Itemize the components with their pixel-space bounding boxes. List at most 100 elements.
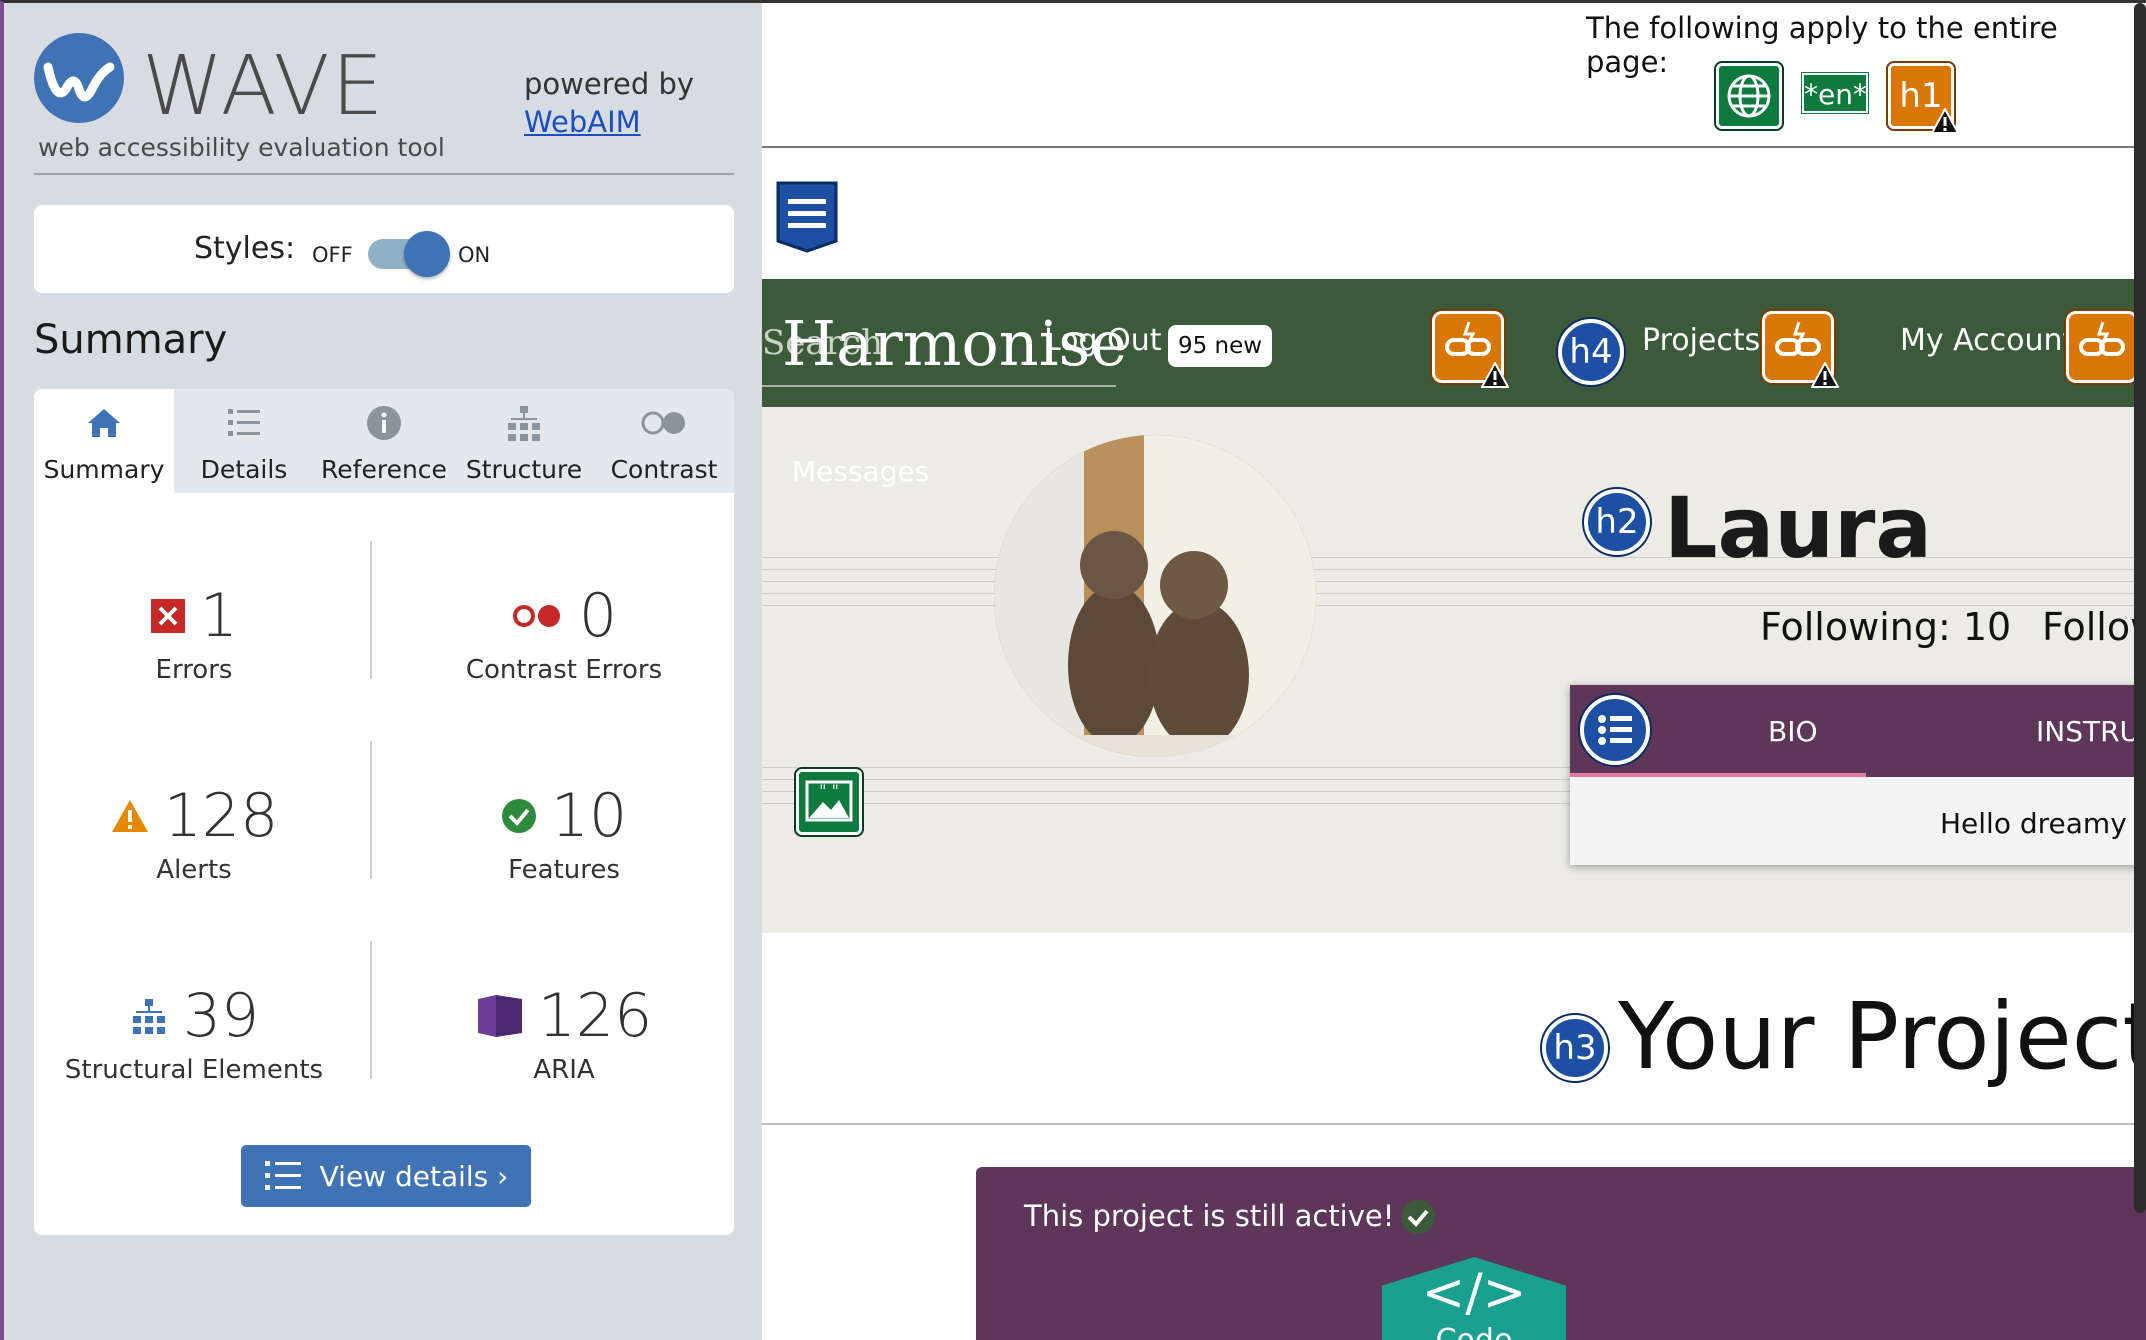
styles-off-label: OFF [312, 243, 353, 267]
tab-contrast[interactable]: Contrast [594, 389, 734, 493]
styles-toggle-knob[interactable] [404, 231, 450, 277]
page-icons-caption: The following apply to the entire page: [1586, 11, 2058, 79]
search-underline [762, 385, 1116, 387]
language-badge[interactable]: *en* [1801, 72, 1869, 114]
list-badge-icon[interactable] [1580, 695, 1650, 765]
code-label: Code [1382, 1323, 1566, 1340]
scrollbar[interactable] [2134, 3, 2146, 1213]
warning-icon [1811, 362, 1839, 388]
h4-label: h4 [1569, 332, 1613, 372]
stat-alerts[interactable]: 128 Alerts [34, 781, 354, 885]
home-icon [88, 409, 120, 437]
structure-count: 39 [182, 981, 260, 1051]
h2-badge-icon[interactable]: h2 [1584, 489, 1650, 555]
alerts-label: Alerts [156, 855, 232, 885]
document-icon[interactable] [774, 181, 840, 253]
stat-features[interactable]: 10 Features [404, 781, 724, 885]
errors-label: Errors [155, 655, 233, 685]
tab-label: Structure [465, 455, 583, 484]
structure-label: Structural Elements [64, 1055, 324, 1085]
your-projects-heading: Your Projects [1618, 983, 2146, 1090]
wave-logo-text: WAVE [142, 39, 386, 134]
projects-link[interactable]: Projects [1642, 323, 1760, 358]
sheet-music-line [762, 593, 2146, 594]
powered-by-text: powered by [524, 67, 695, 101]
warning-icon [1931, 108, 1959, 134]
list-icon [264, 1161, 301, 1190]
warning-icon [1481, 362, 1509, 388]
sheet-music-line [762, 557, 2146, 558]
view-details-button[interactable]: View details › [241, 1145, 531, 1207]
styles-toggle-box: Styles: OFF ON [34, 205, 734, 293]
project-card[interactable]: This project is still active! </> Code [976, 1167, 2146, 1340]
followers-count[interactable]: Follow [2042, 605, 2146, 649]
profile-avatar [994, 435, 1316, 757]
info-icon [367, 406, 401, 440]
project-status: This project is still active! [1024, 1199, 1395, 1233]
stat-divider [370, 941, 372, 1079]
powered-by: powered by WebAIM [524, 65, 694, 141]
wave-tagline: web accessibility evaluation tool [38, 133, 445, 162]
stat-contrast-errors[interactable]: 0 Contrast Errors [404, 581, 724, 685]
contrast-error-icon [512, 605, 560, 627]
logout-link[interactable]: Log Out [1044, 323, 1162, 358]
header-divider [34, 173, 734, 175]
sheet-music-line [762, 569, 2146, 570]
h2-label: h2 [1595, 502, 1639, 542]
profile-tabs-card: BIO INSTRU Hello dreamy is [1570, 685, 2146, 865]
errors-count: 1 [199, 581, 239, 651]
contrast-icon [641, 411, 685, 435]
broken-link-icon[interactable] [2066, 311, 2138, 383]
stat-structure[interactable]: 39 Structural Elements [34, 981, 354, 1085]
tab-details[interactable]: Details [174, 389, 314, 493]
code-symbol: </> [1421, 1263, 1527, 1323]
structure-icon [132, 999, 165, 1034]
features-count: 10 [550, 781, 628, 851]
stat-aria[interactable]: 126 ARIA [404, 981, 724, 1085]
site-navbar: Search Harmonise Log Out 95 new h4 Proje… [762, 279, 2146, 407]
my-account-link[interactable]: My Account [1900, 323, 2074, 358]
stat-divider [370, 541, 372, 679]
notifications-badge[interactable]: 95 new [1168, 325, 1272, 367]
sheet-music-line [762, 581, 2146, 582]
h3-label: h3 [1553, 1028, 1597, 1068]
section-divider [762, 1123, 2146, 1125]
broken-link-icon[interactable] [1762, 311, 1839, 388]
code-icon[interactable]: </> Code [1382, 1257, 1566, 1340]
tab-reference[interactable]: Reference [314, 389, 454, 493]
broken-link-icon[interactable] [1432, 311, 1509, 388]
aria-icon [477, 995, 522, 1037]
aria-label: ARIA [533, 1055, 595, 1085]
messages-link[interactable]: Messages [792, 455, 929, 488]
tab-bio[interactable]: BIO [1768, 715, 1818, 748]
stat-errors[interactable]: 1 Errors [34, 581, 354, 685]
image-alt-icon[interactable]: " " [796, 769, 862, 835]
bio-text: Hello dreamy is [1940, 807, 2146, 840]
tab-label: Details [200, 455, 288, 484]
tab-structure[interactable]: Structure [454, 389, 594, 493]
tab-label: Reference [321, 455, 447, 484]
following-count[interactable]: Following: 10 [1760, 605, 2011, 649]
stat-divider [370, 741, 372, 879]
h4-badge-icon[interactable]: h4 [1558, 319, 1624, 385]
language-globe-icon[interactable] [1716, 63, 1782, 129]
tab-label: Contrast [610, 455, 718, 484]
view-details-label: View details › [319, 1159, 509, 1193]
active-check-icon [1401, 1200, 1435, 1234]
feature-check-icon [501, 799, 536, 833]
alerts-count: 128 [163, 781, 279, 851]
tab-summary[interactable]: Summary [34, 389, 174, 493]
profile-tabs: BIO INSTRU [1570, 685, 2146, 777]
styles-label: Styles: [194, 231, 296, 266]
summary-panel: Summary Details Reference Structure Cont… [34, 389, 734, 1235]
profile-name: Laura [1664, 479, 1933, 577]
tab-label: Summary [43, 455, 165, 484]
h3-badge-icon[interactable]: h3 [1542, 1015, 1608, 1081]
h1-alert-icon[interactable]: h1 [1888, 63, 1959, 134]
error-icon [150, 599, 185, 633]
active-tab-underline [1570, 773, 1866, 777]
wave-tab-bar: Summary Details Reference Structure Cont… [34, 389, 734, 493]
contrast-errors-label: Contrast Errors [465, 655, 663, 685]
webaim-link[interactable]: WebAIM [524, 105, 641, 139]
tab-instruments[interactable]: INSTRU [2036, 715, 2140, 748]
